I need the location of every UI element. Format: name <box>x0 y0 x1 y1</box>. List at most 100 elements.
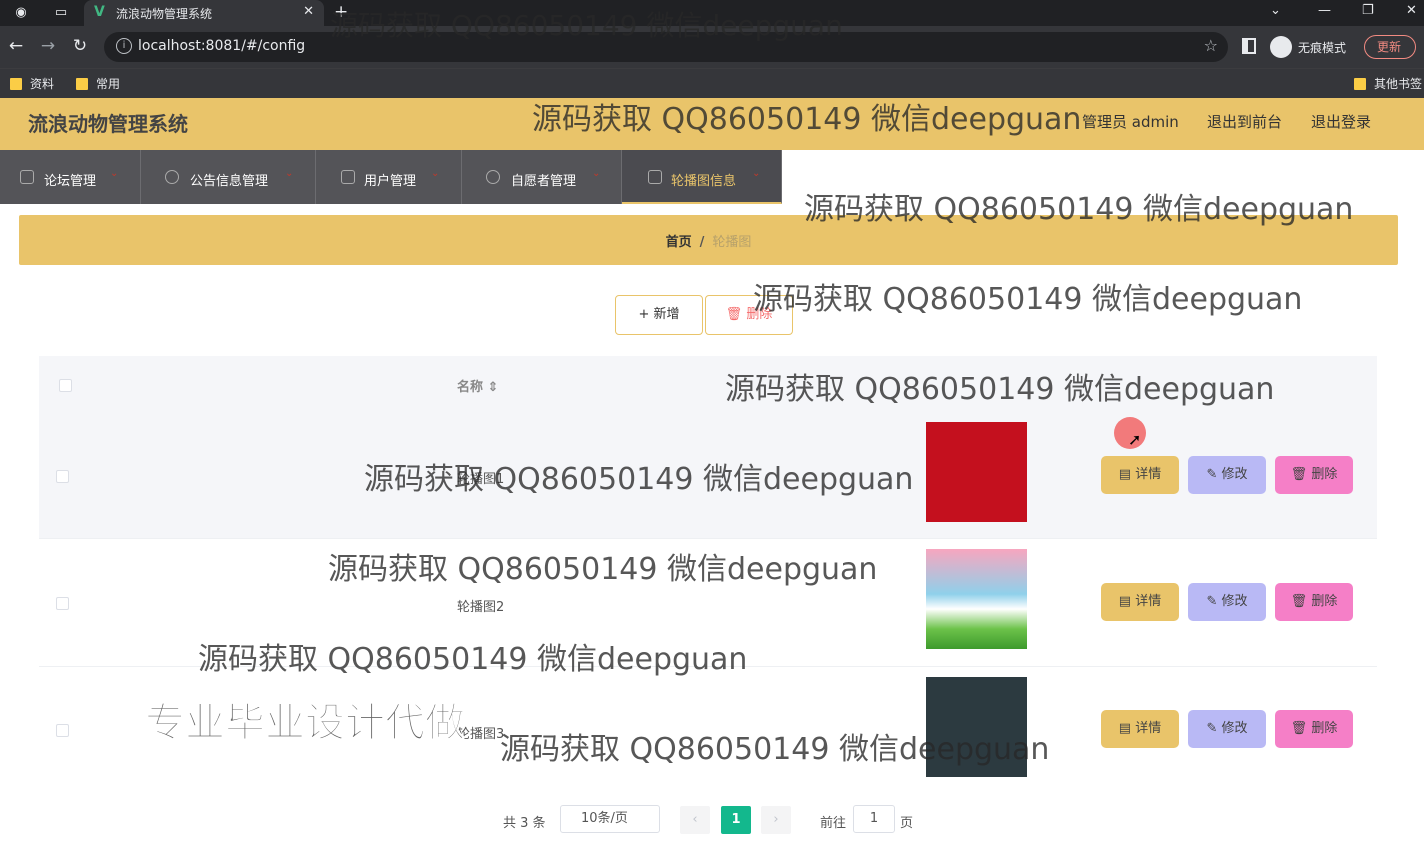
chevron-down-icon: ⌄ <box>285 168 294 179</box>
document-icon: ▤ <box>1118 467 1136 482</box>
folder-icon <box>76 77 88 90</box>
carousel-image[interactable] <box>926 422 1027 522</box>
column-name-header[interactable]: 名称 ⇕ <box>457 376 498 395</box>
current-page-button[interactable]: 1 <box>721 806 751 834</box>
bookmark-star-icon[interactable]: ☆ <box>1204 36 1218 55</box>
watermark-text: 源码获取 QQ86050149 微信deepguan <box>753 282 1303 317</box>
url-text[interactable]: localhost:8081/#/config <box>138 38 305 54</box>
trash-icon: 🗑 <box>1290 467 1312 482</box>
next-page-button[interactable]: › <box>761 806 791 834</box>
watermark-text: 源码获取 QQ86050149 微信deepguan <box>500 732 1050 767</box>
trash-icon: 🗑 <box>1290 721 1312 736</box>
bookmark-label: 资料 <box>30 77 55 91</box>
delete-button[interactable]: 🗑 删除 <box>1275 583 1353 621</box>
tab-title: 流浪动物管理系统 <box>116 7 213 21</box>
browser-menu-icon[interactable]: ◉ <box>12 4 30 22</box>
pencil-icon: ✎ <box>1206 594 1222 609</box>
other-bookmarks[interactable]: 其他书签 <box>1354 75 1422 92</box>
minimize-icon[interactable]: — <box>1318 3 1331 18</box>
goto-label: 前往 <box>820 816 847 831</box>
row-checkbox[interactable] <box>56 470 69 483</box>
watermark-text: 源码获取 QQ86050149 微信deepguan <box>364 462 914 497</box>
site-info-icon[interactable]: i <box>116 38 132 54</box>
update-button[interactable]: 更新 <box>1364 35 1416 59</box>
bookmark-folder[interactable]: 资料 <box>10 75 54 92</box>
edit-label: 修改 <box>1221 594 1248 609</box>
goto-page-input[interactable]: 1 <box>853 805 895 833</box>
watermark-text: 源码获取 QQ86050149 微信deepguan <box>330 9 843 42</box>
page-size-select[interactable]: 10条/页 <box>560 805 660 833</box>
page-size-value: 10条/页 <box>581 811 628 826</box>
watermark-text: 源码获取 QQ86050149 微信deepguan <box>725 372 1275 407</box>
admin-user-label: 管理员 admin <box>1082 113 1179 131</box>
menu-carousel[interactable]: 轮播图信息 ⌄ <box>622 150 782 204</box>
delete-label: 删除 <box>1311 721 1338 736</box>
prev-page-button[interactable]: ‹ <box>680 806 710 834</box>
add-label: 新增 <box>653 307 680 322</box>
user-icon <box>341 170 355 184</box>
detail-button[interactable]: ▤ 详情 <box>1101 583 1179 621</box>
breadcrumb-home[interactable]: 首页 <box>666 235 692 250</box>
maximize-icon[interactable]: ❐ <box>1362 3 1374 18</box>
page-suffix: 页 <box>900 816 914 831</box>
menu-user[interactable]: 用户管理 ⌄ <box>316 150 462 204</box>
detail-label: 详情 <box>1135 467 1162 482</box>
forum-icon <box>20 170 34 184</box>
logout-link[interactable]: 退出登录 <box>1311 111 1371 132</box>
notice-icon <box>165 170 179 184</box>
menu-volunteer[interactable]: 自愿者管理 ⌄ <box>462 150 622 204</box>
chevron-down-icon: ⌄ <box>431 168 440 179</box>
exit-to-front-link[interactable]: 退出到前台 <box>1207 111 1282 132</box>
side-panel-icon[interactable] <box>1242 38 1256 54</box>
detail-button[interactable]: ▤ 详情 <box>1101 710 1179 748</box>
chevron-down-icon: ⌄ <box>752 168 761 179</box>
other-bookmarks-label: 其他书签 <box>1374 77 1423 91</box>
menu-label: 轮播图信息 <box>671 174 737 189</box>
delete-label: 删除 <box>1311 594 1338 609</box>
bookmark-folder[interactable]: 常用 <box>76 75 120 92</box>
menu-forum[interactable]: 论坛管理 ⌄ <box>0 150 141 204</box>
incognito-indicator[interactable]: 无痕模式 <box>1270 36 1346 58</box>
menu-label: 公告信息管理 <box>190 174 269 189</box>
edit-button[interactable]: ✎ 修改 <box>1188 456 1266 494</box>
row-checkbox[interactable] <box>56 724 69 737</box>
carousel-image[interactable] <box>926 549 1027 649</box>
row-checkbox[interactable] <box>56 597 69 610</box>
watermark-text: 源码获取 QQ86050149 微信deepguan <box>198 642 748 677</box>
pencil-icon: ✎ <box>1206 467 1222 482</box>
mouse-cursor-icon: ➚ <box>1128 430 1142 449</box>
watermark-text: 源码获取 QQ86050149 微信deepguan <box>328 552 878 587</box>
forward-icon[interactable]: → <box>38 36 58 56</box>
chevron-down-icon: ⌄ <box>110 168 119 179</box>
tab-close-icon[interactable]: ✕ <box>303 4 314 19</box>
tab-search-icon[interactable]: ▭ <box>52 4 70 22</box>
add-button[interactable]: + 新增 <box>615 295 703 335</box>
edit-button[interactable]: ✎ 修改 <box>1188 710 1266 748</box>
document-icon: ▤ <box>1118 721 1136 736</box>
incognito-label: 无痕模式 <box>1298 40 1347 55</box>
edit-label: 修改 <box>1221 467 1248 482</box>
back-icon[interactable]: ← <box>6 36 26 56</box>
tab-list-icon[interactable]: ⌄ <box>1270 3 1281 18</box>
menu-notice[interactable]: 公告信息管理 ⌄ <box>141 150 316 204</box>
breadcrumb-separator: / <box>699 235 705 250</box>
delete-button[interactable]: 🗑 删除 <box>1275 456 1353 494</box>
app-title: 流浪动物管理系统 <box>28 112 188 136</box>
trash-icon: 🗑 <box>725 307 747 322</box>
chevron-down-icon: ⌄ <box>592 168 601 179</box>
breadcrumb-current: 轮播图 <box>712 235 752 250</box>
detail-label: 详情 <box>1135 721 1162 736</box>
select-all-checkbox[interactable] <box>59 379 72 392</box>
close-window-icon[interactable]: ✕ <box>1406 3 1417 18</box>
edit-button[interactable]: ✎ 修改 <box>1188 583 1266 621</box>
incognito-icon <box>1270 36 1292 58</box>
detail-label: 详情 <box>1135 594 1162 609</box>
browser-tab[interactable]: V 流浪动物管理系统 ✕ <box>84 0 324 26</box>
delete-button[interactable]: 🗑 删除 <box>1275 710 1353 748</box>
menu-label: 论坛管理 <box>44 174 97 189</box>
reload-icon[interactable]: ↻ <box>70 36 90 56</box>
sort-icon[interactable]: ⇕ <box>488 380 499 395</box>
main-menu: 论坛管理 ⌄ 公告信息管理 ⌄ 用户管理 ⌄ 自愿者管理 ⌄ 轮播图信息 ⌄ <box>0 150 782 204</box>
detail-button[interactable]: ▤ 详情 <box>1101 456 1179 494</box>
row-name: 轮播图2 <box>457 600 505 615</box>
